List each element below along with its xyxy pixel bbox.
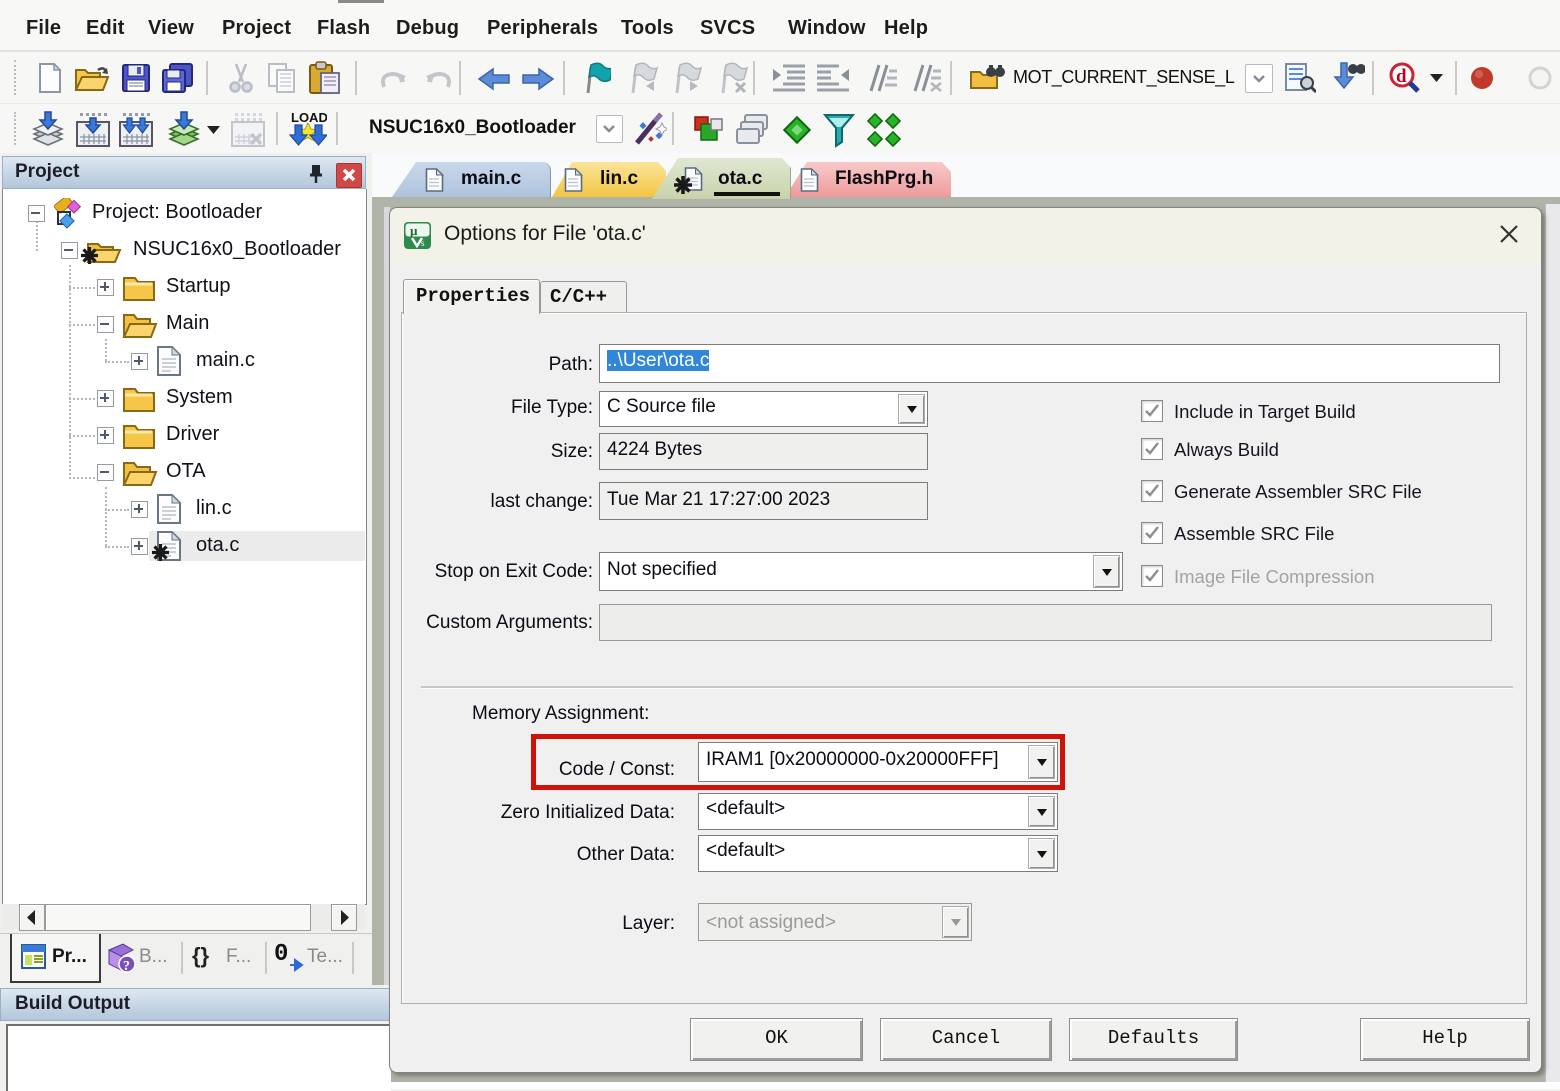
svg-text:?: ? [123,959,130,974]
svg-text:s: s [421,238,425,248]
svg-text:d: d [1396,66,1407,87]
svg-text:µ: µ [410,223,418,238]
svg-text:LOAD: LOAD [291,110,327,125]
